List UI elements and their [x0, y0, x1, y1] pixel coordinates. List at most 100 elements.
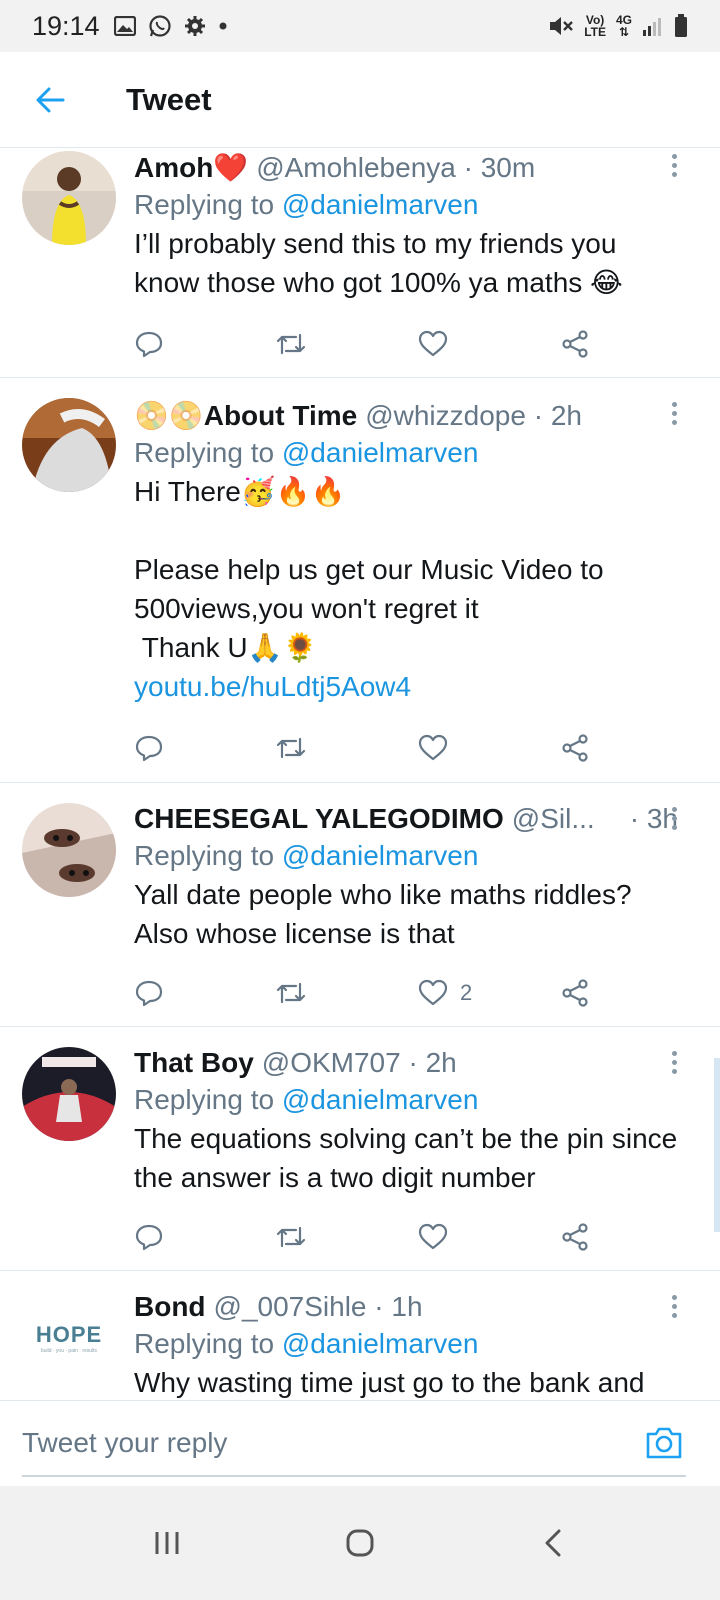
author-name[interactable]: That Boy — [134, 1045, 254, 1081]
avatar[interactable] — [22, 803, 116, 897]
avatar[interactable] — [22, 398, 116, 492]
tweet-actions — [134, 1219, 604, 1255]
retweet-icon — [276, 333, 306, 355]
home-icon — [346, 1529, 374, 1557]
mention-link[interactable]: @danielmarven — [282, 437, 479, 468]
share-button[interactable] — [560, 975, 590, 1011]
share-button[interactable] — [560, 730, 590, 766]
tweet-text: The equations solving can’t be the pin s… — [134, 1123, 686, 1193]
author-name[interactable]: Bond — [134, 1289, 206, 1325]
author-handle: @_007Sihle · 1h — [213, 1291, 423, 1322]
status-time: 19:14 — [32, 10, 100, 41]
status-bar: 19:14 Vo) LTE 4G ⇅ — [0, 0, 720, 52]
like-button[interactable]: 2 — [418, 975, 472, 1011]
reply-icon — [135, 980, 163, 1007]
more-options-icon[interactable] — [664, 154, 684, 177]
tweet-text: Why wasting time just go to the bank and — [134, 1367, 645, 1398]
notification-dot-icon — [219, 22, 227, 30]
like-count: 2 — [460, 980, 473, 1005]
more-options-icon[interactable] — [664, 1295, 684, 1318]
reply-icon — [135, 735, 163, 762]
home-button[interactable] — [320, 1513, 400, 1573]
whatsapp-icon — [148, 15, 171, 37]
like-button[interactable] — [418, 730, 460, 766]
recent-apps-button[interactable] — [127, 1513, 207, 1573]
tweet-text: Yall date people who like maths riddles?… — [134, 879, 638, 949]
system-nav-bar — [0, 1486, 720, 1600]
camera-button[interactable] — [644, 1425, 684, 1461]
reply-feed[interactable]: Amoh❤️ @Amohlebenya · 30m Replying to @d… — [0, 148, 720, 1428]
mute-icon — [550, 17, 574, 35]
author-handle: @Sil... — [511, 803, 595, 834]
like-button[interactable] — [418, 326, 460, 362]
mention-link[interactable]: @danielmarven — [282, 189, 479, 220]
back-icon — [545, 1529, 561, 1557]
reply-input[interactable] — [22, 1415, 662, 1471]
app-header: Tweet — [0, 52, 720, 148]
reply-icon — [135, 331, 163, 358]
mention-link[interactable]: @danielmarven — [282, 1328, 479, 1359]
retweet-icon — [276, 982, 306, 1004]
avatar[interactable] — [22, 151, 116, 245]
heart-icon — [418, 979, 448, 1006]
camera-icon — [646, 1427, 682, 1459]
gallery-icon — [113, 16, 136, 36]
replying-to: Replying to @danielmarven — [134, 437, 479, 468]
scrollbar-thumb[interactable] — [714, 1058, 720, 1232]
tweet-header: Bond @_007Sihle · 1h — [134, 1289, 680, 1325]
share-icon — [562, 734, 588, 762]
tweet-link[interactable]: youtu.be/huLdtj5Aow4 — [134, 667, 680, 706]
reply-icon — [135, 1224, 163, 1251]
author-name[interactable]: CHEESEGAL YALEGODIMO — [134, 801, 504, 837]
page-title: Tweet — [126, 81, 212, 117]
tweet-actions — [134, 730, 604, 766]
nav-back-button[interactable] — [513, 1513, 593, 1573]
mention-link[interactable]: @danielmarven — [282, 840, 479, 871]
retweet-icon — [276, 1226, 306, 1248]
share-button[interactable] — [560, 1219, 590, 1255]
reply-button[interactable] — [134, 730, 164, 766]
replying-to: Replying to @danielmarven — [134, 1328, 479, 1359]
network-indicator: 4G ⇅ — [615, 13, 632, 39]
mention-link[interactable]: @danielmarven — [282, 1084, 479, 1115]
retweet-button[interactable] — [274, 326, 308, 362]
avatar[interactable]: HOPE build · you · pain · results — [22, 1291, 116, 1385]
tweet[interactable]: CHEESEGAL YALEGODIMO @Sil... · 3h Replyi… — [0, 783, 720, 1027]
replying-to: Replying to @danielmarven — [134, 840, 479, 871]
more-options-icon[interactable] — [664, 402, 684, 425]
back-arrow-icon — [36, 87, 65, 112]
tweet[interactable]: Amoh❤️ @Amohlebenya · 30m Replying to @d… — [0, 148, 720, 378]
like-button[interactable] — [418, 1219, 460, 1255]
reply-button[interactable] — [134, 1219, 164, 1255]
recent-apps-icon — [155, 1532, 179, 1554]
author-name[interactable]: Amoh❤️ — [134, 150, 248, 186]
tweet-text: Hi There🥳🔥🔥 Please help us get our Music… — [134, 476, 604, 663]
avatar[interactable] — [22, 1047, 116, 1141]
heart-icon — [418, 330, 448, 357]
tweet-header: That Boy @OKM707 · 2h — [134, 1045, 680, 1081]
retweet-button[interactable] — [274, 730, 308, 766]
tweet[interactable]: 📀📀About Time @whizzdope · 2h Replying to… — [0, 378, 720, 783]
tweet-actions: 2 — [134, 975, 604, 1011]
retweet-button[interactable] — [274, 1219, 308, 1255]
share-icon — [562, 1223, 588, 1251]
tweet[interactable]: That Boy @OKM707 · 2h Replying to @danie… — [0, 1027, 720, 1271]
tweet-text: I’ll probably send this to my friends yo… — [134, 228, 625, 298]
share-button[interactable] — [560, 326, 590, 362]
status-icons-left — [113, 14, 228, 38]
back-button[interactable] — [0, 52, 100, 148]
share-icon — [562, 979, 588, 1007]
reply-button[interactable] — [134, 975, 164, 1011]
author-handle: @Amohlebenya · 30m — [256, 152, 536, 183]
avatar-logo-subtext: build · you · pain · results — [40, 1348, 98, 1354]
battery-icon — [675, 14, 687, 37]
reply-button[interactable] — [134, 326, 164, 362]
volte-indicator: Vo) LTE — [584, 13, 606, 39]
more-options-icon[interactable] — [664, 1051, 684, 1074]
heart-icon — [418, 734, 448, 761]
author-name[interactable]: 📀📀About Time — [134, 398, 357, 434]
tweet-header: CHEESEGAL YALEGODIMO @Sil... · 3h — [134, 801, 680, 837]
heart-icon — [418, 1223, 448, 1250]
more-options-icon[interactable] — [664, 807, 684, 830]
retweet-button[interactable] — [274, 975, 308, 1011]
